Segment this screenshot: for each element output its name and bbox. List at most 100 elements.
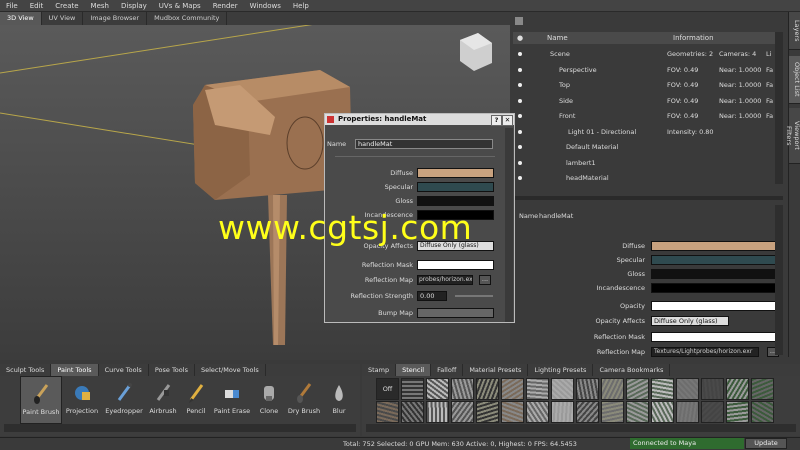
tab-stencil[interactable]: Stencil xyxy=(396,364,432,376)
dialog-reflection-strength-field[interactable]: 0.00 xyxy=(417,291,447,301)
visibility-icon[interactable] xyxy=(518,130,522,134)
tab-select-move-tools[interactable]: Select/Move Tools xyxy=(195,364,266,376)
tab-object-list[interactable]: Object List xyxy=(789,56,800,104)
menu-render[interactable]: Render xyxy=(207,2,244,10)
list-item-lambert1[interactable]: lambert1 xyxy=(513,156,775,171)
stencil-thumbnail[interactable] xyxy=(651,401,674,423)
tab-pose-tools[interactable]: Pose Tools xyxy=(149,364,195,376)
stencil-thumbnail[interactable] xyxy=(426,378,449,400)
stencil-thumbnail[interactable] xyxy=(701,378,724,400)
stencil-thumbnail[interactable] xyxy=(426,401,449,423)
opacity-swatch[interactable] xyxy=(651,301,779,311)
tab-stamp[interactable]: Stamp xyxy=(362,364,397,376)
list-item-light[interactable]: Light 01 - Directional Intensity: 0.80 xyxy=(513,125,775,140)
tab-sculpt-tools[interactable]: Sculpt Tools xyxy=(0,364,52,376)
tab-curve-tools[interactable]: Curve Tools xyxy=(99,364,149,376)
list-item-default-material[interactable]: Default Material xyxy=(513,140,775,155)
gloss-swatch[interactable] xyxy=(651,269,779,279)
visibility-icon[interactable] xyxy=(518,99,522,103)
stencil-thumbnail[interactable] xyxy=(701,401,724,423)
list-item-side[interactable]: Side FOV: 0.49 Near: 1.0000 Fa xyxy=(513,94,775,109)
stencil-thumbnail[interactable] xyxy=(676,401,699,423)
stencil-thumbnail[interactable] xyxy=(751,401,774,423)
stencil-thumbnail[interactable] xyxy=(726,401,749,423)
tool-clone[interactable]: Clone xyxy=(249,376,289,422)
stencil-thumbnail[interactable] xyxy=(601,401,624,423)
dialog-titlebar[interactable]: Properties: handleMat ? ✕ xyxy=(325,114,514,126)
stencil-off-button[interactable]: Off xyxy=(376,378,399,400)
visibility-icon[interactable] xyxy=(518,52,522,56)
menu-file[interactable]: File xyxy=(0,2,24,10)
tool-pencil[interactable]: Pencil xyxy=(176,376,216,422)
stencil-thumbnail[interactable] xyxy=(451,401,474,423)
tab-paint-tools[interactable]: Paint Tools xyxy=(51,364,99,376)
diffuse-swatch[interactable] xyxy=(651,241,779,251)
tab-viewport-filters[interactable]: Viewport Filters xyxy=(785,108,800,164)
props-scrollbar[interactable] xyxy=(775,205,783,355)
tab-camera-bookmarks[interactable]: Camera Bookmarks xyxy=(593,364,671,376)
dialog-reflection-map-field[interactable]: probes/horizon.exr xyxy=(417,275,473,285)
stencil-thumbnail[interactable] xyxy=(551,378,574,400)
stencil-thumbnail[interactable] xyxy=(476,401,499,423)
menu-uvs-maps[interactable]: UVs & Maps xyxy=(153,2,207,10)
dialog-scrollbar[interactable] xyxy=(505,128,513,322)
stencil-thumbnail[interactable] xyxy=(626,378,649,400)
stencil-thumbnail[interactable] xyxy=(676,378,699,400)
tab-image-browser[interactable]: Image Browser xyxy=(83,12,148,25)
visibility-icon[interactable] xyxy=(518,176,522,180)
stencil-thumbnail[interactable] xyxy=(401,401,424,423)
visibility-icon[interactable] xyxy=(518,114,522,118)
stencil-thumbnail[interactable] xyxy=(576,378,599,400)
dialog-reflection-mask-swatch[interactable] xyxy=(417,260,494,270)
tab-falloff[interactable]: Falloff xyxy=(431,364,464,376)
tab-layers[interactable]: Layers xyxy=(789,12,800,50)
stencil-thumbnail[interactable] xyxy=(501,401,524,423)
tool-projection[interactable]: Projection xyxy=(62,376,102,422)
visibility-icon[interactable] xyxy=(518,145,522,149)
tab-uv-view[interactable]: UV View xyxy=(42,12,84,25)
reflection-mask-swatch[interactable] xyxy=(651,332,779,342)
menu-mesh[interactable]: Mesh xyxy=(85,2,115,10)
tool-paint-brush[interactable]: Paint Brush xyxy=(20,376,62,424)
name-field[interactable]: handleMat xyxy=(539,212,573,220)
stencil-thumbnail[interactable] xyxy=(726,378,749,400)
menu-display[interactable]: Display xyxy=(115,2,153,10)
stencil-thumbnail[interactable] xyxy=(476,378,499,400)
tool-paint-erase[interactable]: Paint Erase xyxy=(212,376,252,422)
visibility-icon[interactable] xyxy=(518,68,522,72)
stencil-thumbnail[interactable] xyxy=(601,378,624,400)
list-item-top[interactable]: Top FOV: 0.49 Near: 1.0000 Fa xyxy=(513,78,775,93)
menu-windows[interactable]: Windows xyxy=(244,2,287,10)
dialog-specular-swatch[interactable] xyxy=(417,182,494,192)
tab-mudbox-community[interactable]: Mudbox Community xyxy=(147,12,228,25)
collapse-icon[interactable] xyxy=(515,17,523,25)
close-button[interactable]: ✕ xyxy=(502,115,513,126)
stencil-thumbnail[interactable] xyxy=(401,378,424,400)
stencil-thumbnail[interactable] xyxy=(576,401,599,423)
list-item-scene[interactable]: Scene Geometries: 2 Cameras: 4 Li xyxy=(513,47,775,62)
menu-edit[interactable]: Edit xyxy=(24,2,50,10)
dialog-gloss-swatch[interactable] xyxy=(417,196,494,206)
tab-3d-view[interactable]: 3D View xyxy=(0,12,42,25)
dialog-bump-map-swatch[interactable] xyxy=(417,308,494,318)
incandescence-swatch[interactable] xyxy=(651,283,779,293)
tool-tray-scrollbar[interactable] xyxy=(4,424,356,432)
tab-lighting-presets[interactable]: Lighting Presets xyxy=(528,364,594,376)
stencil-thumbnail[interactable] xyxy=(526,401,549,423)
stencil-thumbnail[interactable] xyxy=(651,378,674,400)
stencil-thumbnail[interactable] xyxy=(376,401,399,423)
column-name[interactable]: Name xyxy=(543,34,568,42)
column-information[interactable]: Information xyxy=(669,34,714,42)
list-item-perspective[interactable]: Perspective FOV: 0.49 Near: 1.0000 Fa xyxy=(513,63,775,78)
panel-divider[interactable] xyxy=(513,196,783,200)
menu-help[interactable]: Help xyxy=(287,2,315,10)
reflection-map-field[interactable]: Textures/Lightprobes/horizon.exr xyxy=(651,347,759,357)
tool-eyedropper[interactable]: Eyedropper xyxy=(104,376,144,422)
tool-dry-brush[interactable]: Dry Brush xyxy=(284,376,324,422)
list-item-front[interactable]: Front FOV: 0.49 Near: 1.0000 Fa xyxy=(513,109,775,124)
stencil-thumbnail[interactable] xyxy=(751,378,774,400)
dialog-browse-button[interactable]: ... xyxy=(479,275,491,285)
object-list-scrollbar[interactable] xyxy=(775,32,783,184)
opacity-affects-dropdown[interactable]: Diffuse Only (glass) xyxy=(651,316,729,326)
menu-create[interactable]: Create xyxy=(49,2,84,10)
